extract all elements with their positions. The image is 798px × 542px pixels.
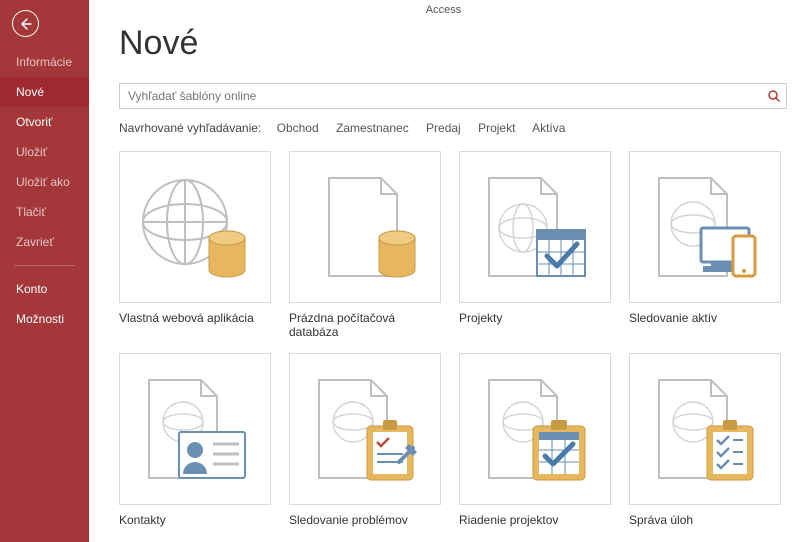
devices-icon (701, 228, 755, 276)
search-button[interactable] (765, 87, 783, 105)
template-caption: Kontakty (119, 513, 271, 527)
template-tile: Kontakty (119, 353, 271, 527)
suggested-keyword[interactable]: Zamestnanec (336, 121, 409, 135)
template-caption: Sledovanie aktív (629, 311, 781, 325)
template-thumb-tasks[interactable] (629, 353, 781, 505)
template-tile: Správa úloh (629, 353, 781, 527)
document-clipboard-tasks-icon (645, 374, 765, 484)
sidebar-item-open[interactable]: Otvoriť (0, 107, 89, 137)
template-thumb-projects[interactable] (459, 151, 611, 303)
suggested-keyword[interactable]: Projekt (478, 121, 515, 135)
main-area: Access Nové Navrhované vyhľadávanie: Obc… (89, 0, 798, 542)
template-tile: Prázdna počítačová databáza (289, 151, 441, 339)
sidebar-item-save[interactable]: Uložiť (0, 137, 89, 167)
arrow-left-icon (19, 17, 33, 31)
clipboard-icon (367, 420, 417, 480)
suggested-keyword[interactable]: Predaj (426, 121, 461, 135)
search-input[interactable] (119, 83, 787, 109)
backstage-sidebar: Informácie Nové Otvoriť Uložiť Uložiť ak… (0, 0, 89, 542)
template-tile: Sledovanie aktív (629, 151, 781, 339)
clipboard-tasks-icon (707, 420, 753, 480)
document-clipboard-calendar-icon (475, 374, 595, 484)
sidebar-item-info[interactable]: Informácie (0, 47, 89, 77)
template-caption: Správa úloh (629, 513, 781, 527)
template-tile: Projekty (459, 151, 611, 339)
template-tile: Sledovanie problémov (289, 353, 441, 527)
window-title: Access (89, 0, 798, 20)
database-icon (209, 231, 245, 277)
template-caption: Prázdna počítačová databáza (289, 311, 441, 339)
content: Nové Navrhované vyhľadávanie: Obchod Zam… (89, 20, 798, 527)
template-thumb-issues[interactable] (289, 353, 441, 505)
sidebar-item-options[interactable]: Možnosti (0, 304, 89, 334)
calendar-check-icon (537, 230, 585, 276)
sidebar-item-print[interactable]: Tlačiť (0, 197, 89, 227)
suggested-label: Navrhované vyhľadávanie: (119, 121, 261, 135)
document-contact-icon (135, 374, 255, 484)
template-caption: Vlastná webová aplikácia (119, 311, 271, 325)
search-icon (767, 89, 781, 103)
sidebar-item-save-as[interactable]: Uložiť ako (0, 167, 89, 197)
document-globe-icon (475, 172, 595, 282)
template-thumb-web-app[interactable] (119, 151, 271, 303)
suggested-row: Navrhované vyhľadávanie: Obchod Zamestna… (119, 121, 788, 135)
template-caption: Sledovanie problémov (289, 513, 441, 527)
contact-card-icon (179, 432, 245, 478)
back-button[interactable] (12, 10, 39, 37)
template-search (119, 83, 787, 109)
template-caption: Riadenie projektov (459, 513, 611, 527)
template-thumb-assets[interactable] (629, 151, 781, 303)
document-clipboard-issues-icon (305, 374, 425, 484)
page-title: Nové (119, 24, 788, 63)
clipboard-calendar-icon (533, 420, 585, 480)
template-grid: Vlastná webová aplikácia Prázdna (119, 151, 788, 527)
template-thumb-project-mgmt[interactable] (459, 353, 611, 505)
template-thumb-blank-db[interactable] (289, 151, 441, 303)
document-icon (305, 172, 425, 282)
database-icon (379, 231, 415, 277)
template-tile: Riadenie projektov (459, 353, 611, 527)
sidebar-item-new[interactable]: Nové (0, 77, 89, 107)
sidebar-separator (14, 265, 75, 266)
template-thumb-contacts[interactable] (119, 353, 271, 505)
globe-icon (135, 172, 255, 282)
template-caption: Projekty (459, 311, 611, 325)
sidebar-item-account[interactable]: Konto (0, 274, 89, 304)
sidebar-item-close[interactable]: Zavrieť (0, 227, 89, 257)
suggested-keyword[interactable]: Aktíva (532, 121, 565, 135)
template-tile: Vlastná webová aplikácia (119, 151, 271, 339)
document-devices-icon (645, 172, 765, 282)
suggested-keyword[interactable]: Obchod (277, 121, 319, 135)
